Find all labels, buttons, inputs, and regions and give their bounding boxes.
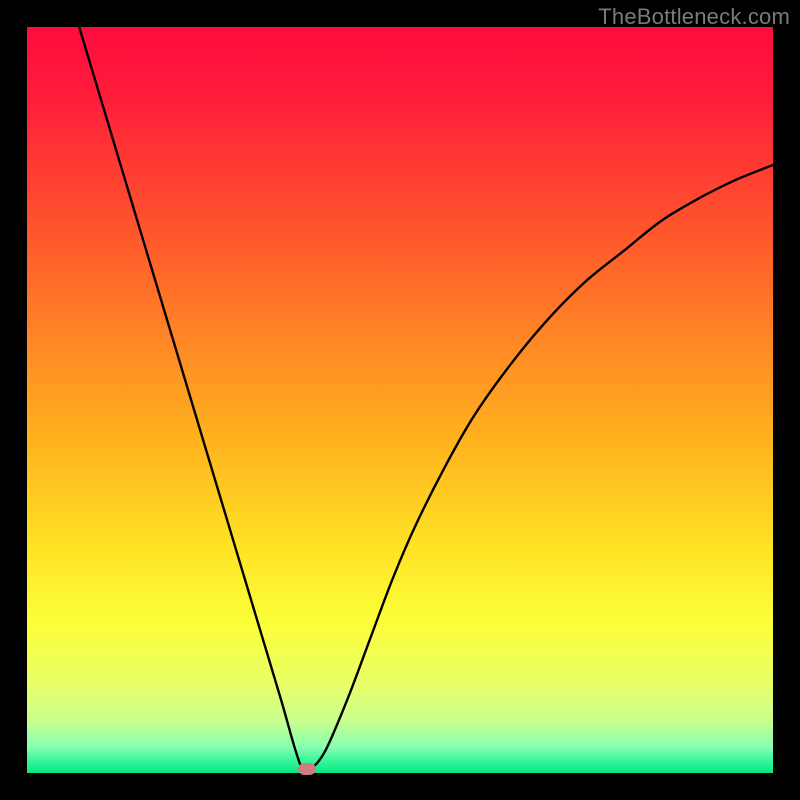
plot-area: [27, 27, 773, 773]
optimum-marker: [298, 763, 316, 775]
chart-frame: TheBottleneck.com: [0, 0, 800, 800]
bottleneck-curve: [27, 27, 773, 773]
watermark-text: TheBottleneck.com: [598, 4, 790, 30]
